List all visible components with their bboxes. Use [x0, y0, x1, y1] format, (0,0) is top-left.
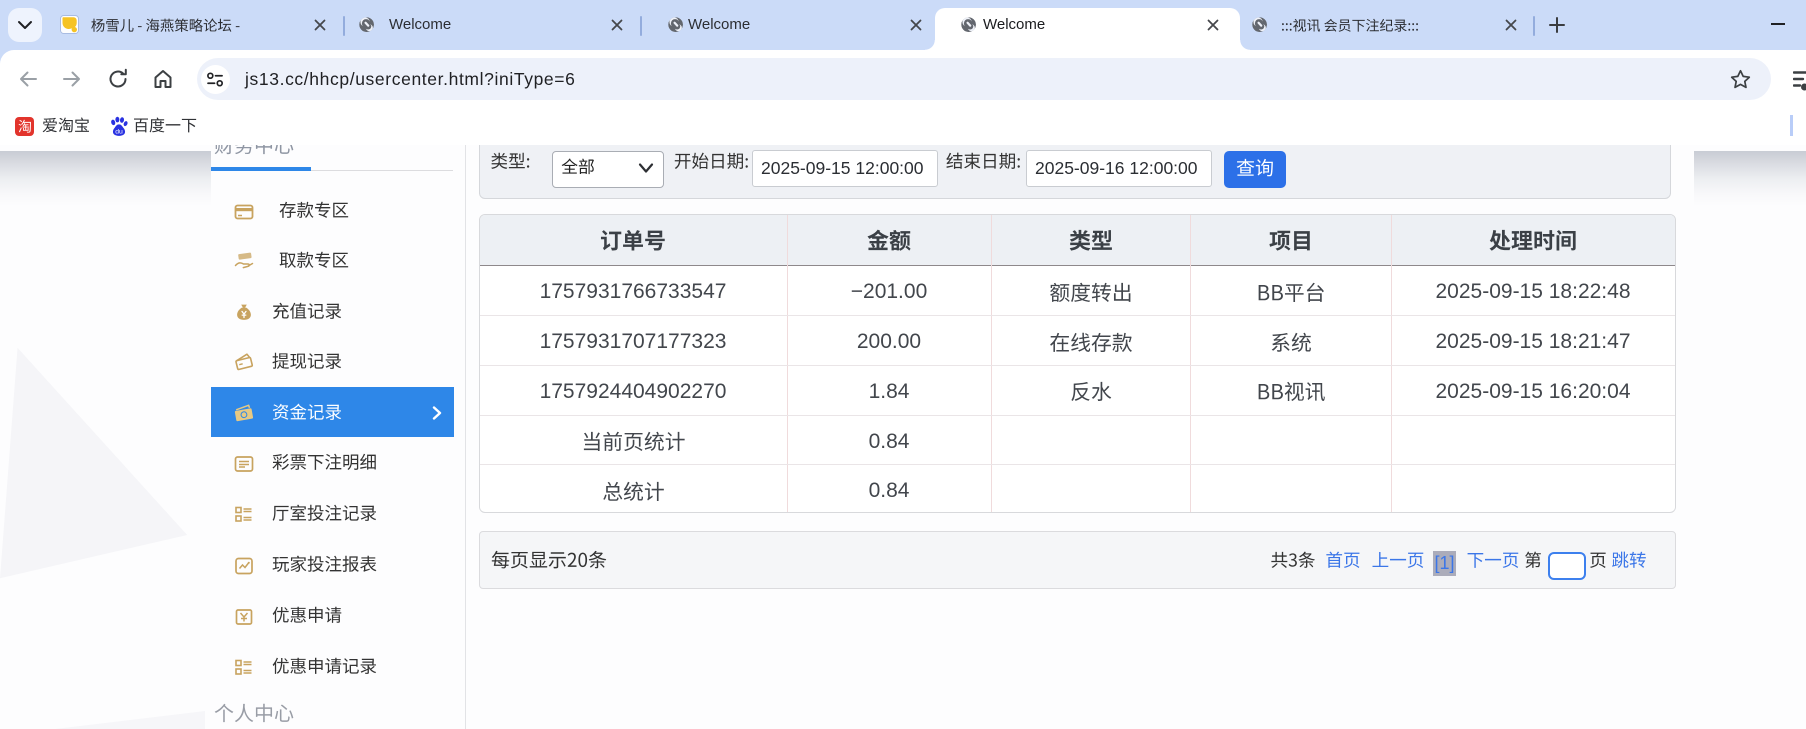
svg-text:du: du [115, 129, 123, 136]
